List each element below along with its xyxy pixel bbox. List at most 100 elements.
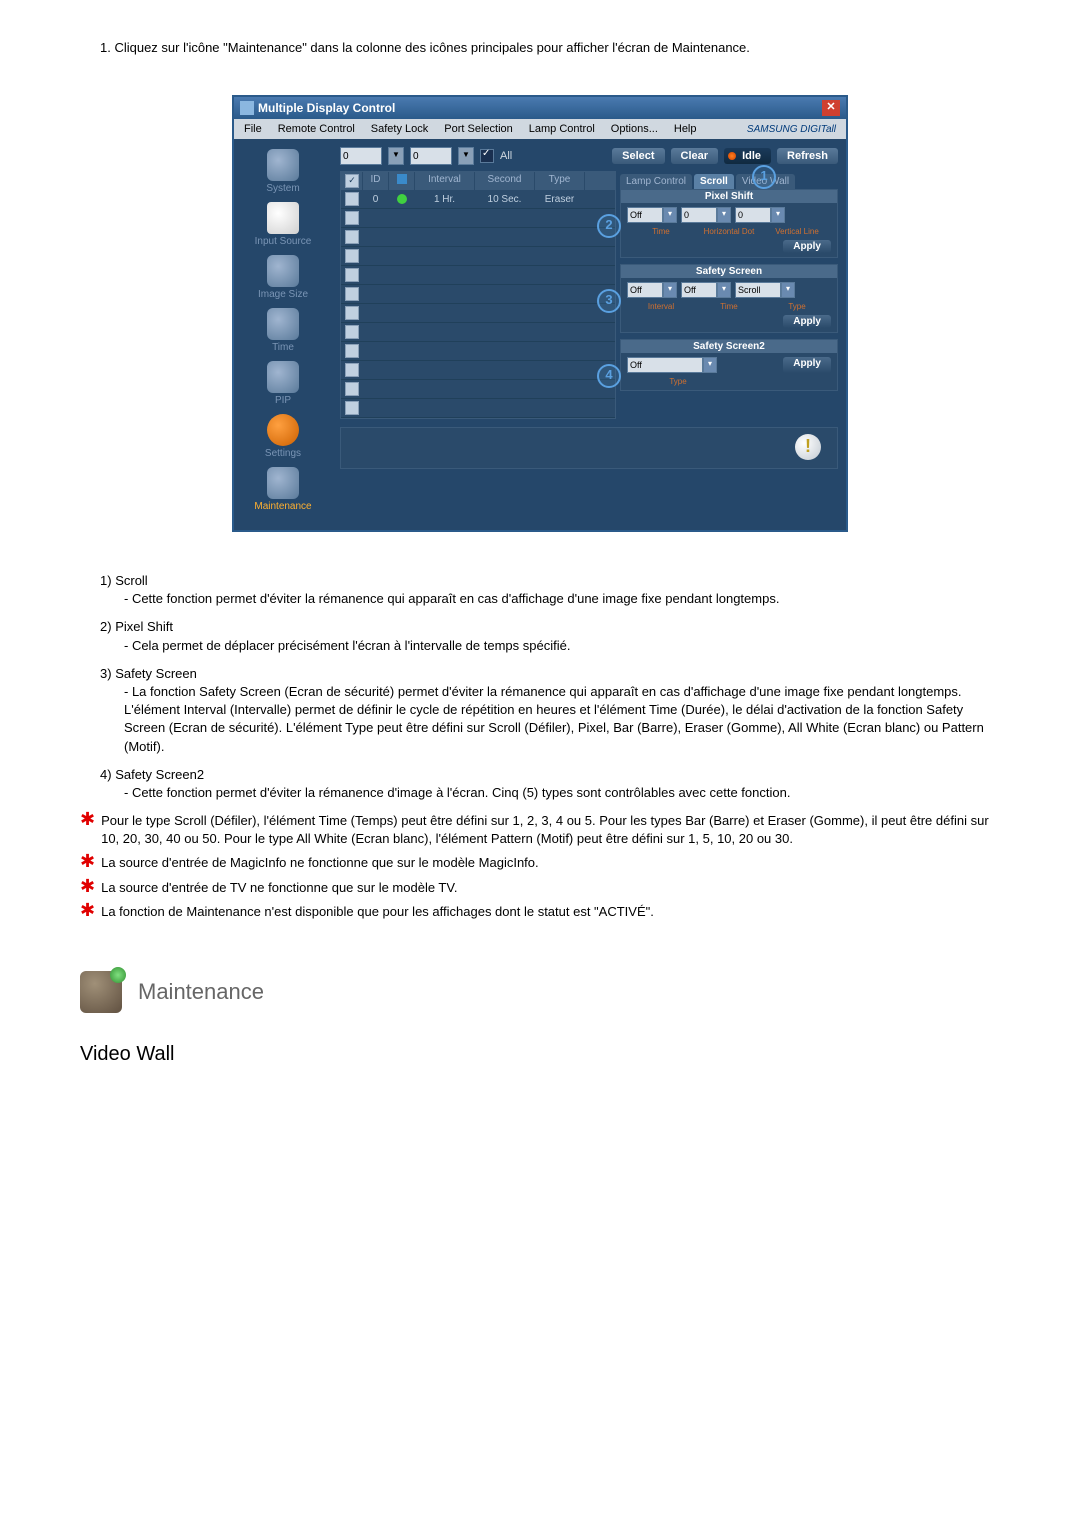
menu-help[interactable]: Help	[666, 121, 705, 137]
row-checkbox[interactable]	[345, 306, 359, 320]
table-row[interactable]	[341, 342, 615, 361]
panel-header: Safety Screen2	[621, 340, 837, 353]
display-table: ID Interval Second Type 0 1 Hr. 10 Sec.	[340, 171, 616, 419]
app-window: Multiple Display Control ✕ File Remote C…	[232, 95, 848, 532]
pixel-vline-select[interactable]	[735, 207, 771, 223]
row-checkbox[interactable]	[345, 401, 359, 415]
safety-interval-select[interactable]	[627, 282, 663, 298]
titlebar: Multiple Display Control ✕	[234, 97, 846, 119]
chevron-down-icon[interactable]: ▼	[458, 147, 474, 165]
row-checkbox[interactable]	[345, 382, 359, 396]
table-row[interactable]	[341, 399, 615, 418]
row-checkbox[interactable]	[345, 287, 359, 301]
menu-remote[interactable]: Remote Control	[270, 121, 363, 137]
menu-safety-lock[interactable]: Safety Lock	[363, 121, 436, 137]
sidebar-item-image-size[interactable]: Image Size	[238, 255, 328, 300]
header-type: Type	[535, 172, 585, 190]
menu-port[interactable]: Port Selection	[436, 121, 520, 137]
refresh-button[interactable]: Refresh	[777, 148, 838, 164]
pip-icon	[267, 361, 299, 393]
star-icon: ✱	[80, 903, 95, 921]
subsection-title: Video Wall	[80, 1043, 1000, 1066]
header-second: Second	[475, 172, 535, 190]
select-button[interactable]: Select	[612, 148, 664, 164]
apply-button[interactable]: Apply	[783, 315, 831, 328]
row-checkbox[interactable]	[345, 211, 359, 225]
table-header: ID Interval Second Type	[341, 172, 615, 190]
safety-type-select[interactable]	[735, 282, 781, 298]
table-row[interactable]	[341, 247, 615, 266]
table-row[interactable]	[341, 361, 615, 380]
app-icon	[240, 101, 254, 115]
clear-button[interactable]: Clear	[671, 148, 719, 164]
panel-pixel-shift: Pixel Shift ▾ ▾ ▾ Time Horizontal Dot Ve…	[620, 189, 838, 258]
close-button[interactable]: ✕	[822, 100, 840, 116]
header-interval: Interval	[415, 172, 475, 190]
sidebar-item-settings[interactable]: Settings	[238, 414, 328, 459]
row-checkbox[interactable]	[345, 249, 359, 263]
range-from-input[interactable]	[340, 147, 382, 165]
info-icon: !	[795, 434, 821, 460]
table-row[interactable]	[341, 304, 615, 323]
desc-num: 2)	[100, 619, 112, 634]
row-checkbox[interactable]	[345, 230, 359, 244]
table-row[interactable]	[341, 285, 615, 304]
apply-button[interactable]: Apply	[783, 357, 831, 373]
header-checkbox[interactable]	[345, 174, 359, 188]
menubar: File Remote Control Safety Lock Port Sel…	[234, 119, 846, 139]
time-icon	[267, 308, 299, 340]
sidebar-item-time[interactable]: Time	[238, 308, 328, 353]
safety2-type-select[interactable]	[627, 357, 703, 373]
table-row[interactable]: 0 1 Hr. 10 Sec. Eraser	[341, 190, 615, 209]
status-dot-icon	[397, 194, 407, 204]
panel-tabs: Lamp Control Scroll Video Wall	[620, 171, 838, 189]
row-checkbox[interactable]	[345, 363, 359, 377]
row-checkbox[interactable]	[345, 344, 359, 358]
maintenance-icon	[267, 467, 299, 499]
sublabel-hdot: Horizontal Dot	[695, 227, 763, 236]
sidebar-label: PIP	[275, 395, 291, 406]
note-text: La fonction de Maintenance n'est disponi…	[101, 903, 1000, 921]
chevron-down-icon[interactable]: ▾	[703, 357, 717, 373]
table-row[interactable]	[341, 380, 615, 399]
menu-options[interactable]: Options...	[603, 121, 666, 137]
input-source-icon	[267, 202, 299, 234]
menu-file[interactable]: File	[236, 121, 270, 137]
sidebar-item-system[interactable]: System	[238, 149, 328, 194]
chevron-down-icon[interactable]: ▼	[388, 147, 404, 165]
star-icon: ✱	[80, 879, 95, 897]
tab-lamp-control[interactable]: Lamp Control	[620, 174, 692, 189]
note-text: Pour le type Scroll (Défiler), l'élément…	[101, 812, 1000, 848]
section-title: Maintenance	[138, 979, 264, 1005]
row-checkbox[interactable]	[345, 325, 359, 339]
sidebar-item-pip[interactable]: PIP	[238, 361, 328, 406]
table-row[interactable]	[341, 266, 615, 285]
chevron-down-icon[interactable]: ▾	[663, 282, 677, 298]
safety-time-select[interactable]	[681, 282, 717, 298]
pixel-hdot-select[interactable]	[681, 207, 717, 223]
instruction-text: 1. Cliquez sur l'icône "Maintenance" dan…	[80, 40, 1000, 55]
range-to-input[interactable]	[410, 147, 452, 165]
table-row[interactable]	[341, 323, 615, 342]
sidebar-label: Input Source	[255, 236, 312, 247]
table-row[interactable]	[341, 228, 615, 247]
sublabel-time: Time	[695, 302, 763, 311]
chevron-down-icon[interactable]: ▾	[781, 282, 795, 298]
chevron-down-icon[interactable]: ▾	[717, 282, 731, 298]
idle-button[interactable]: Idle	[724, 148, 771, 164]
sidebar-item-maintenance[interactable]: Maintenance	[238, 467, 328, 512]
sidebar-item-input-source[interactable]: Input Source	[238, 202, 328, 247]
tab-scroll[interactable]: Scroll	[694, 174, 734, 189]
table-row[interactable]	[341, 209, 615, 228]
desc-title: Pixel Shift	[115, 619, 173, 634]
all-checkbox[interactable]	[480, 149, 494, 163]
menu-lamp[interactable]: Lamp Control	[521, 121, 603, 137]
apply-button[interactable]: Apply	[783, 240, 831, 253]
pixel-time-select[interactable]	[627, 207, 663, 223]
chevron-down-icon[interactable]: ▾	[771, 207, 785, 223]
row-checkbox[interactable]	[345, 192, 359, 206]
chevron-down-icon[interactable]: ▾	[717, 207, 731, 223]
row-checkbox[interactable]	[345, 268, 359, 282]
chevron-down-icon[interactable]: ▾	[663, 207, 677, 223]
header-id: ID	[363, 172, 389, 190]
